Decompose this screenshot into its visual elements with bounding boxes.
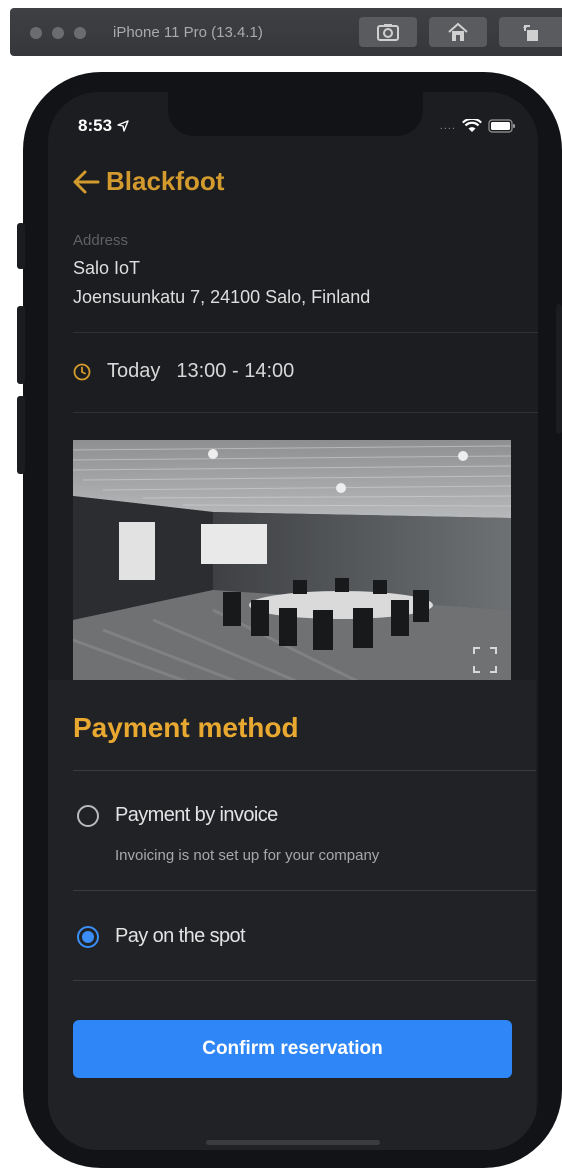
volume-up-button [17, 306, 25, 384]
simulator-title-bar: iPhone 11 Pro (13.4.1) [10, 8, 562, 56]
invoice-note: Invoicing is not set up for your company [115, 847, 380, 864]
payment-option-on-the-spot[interactable]: Pay on the spot [77, 925, 246, 948]
rotate-button[interactable] [499, 17, 562, 47]
back-navigation[interactable]: Blackfoot [72, 166, 224, 197]
divider [73, 770, 536, 771]
address-label: Address [73, 232, 129, 249]
close-window-icon[interactable] [30, 27, 42, 39]
wifi-icon [462, 119, 482, 132]
divider [73, 890, 536, 891]
location-arrow-icon [117, 120, 129, 132]
status-bar-indicators: .... [440, 119, 516, 133]
home-indicator[interactable] [206, 1140, 380, 1145]
divider [73, 980, 536, 981]
mute-switch [17, 223, 25, 269]
booking-time-row: Today 13:00 - 14:00 [73, 360, 294, 383]
clock-text: 8:53 [78, 116, 113, 135]
minimize-window-icon[interactable] [52, 27, 64, 39]
booking-day: Today [107, 360, 161, 382]
address-name: Salo IoT [73, 258, 141, 278]
status-bar-time: 8:53 [78, 116, 129, 136]
booking-time: 13:00 - 14:00 [176, 360, 295, 382]
page-title: Blackfoot [106, 166, 225, 196]
notch [168, 92, 423, 136]
meeting-room-image [73, 440, 511, 684]
payment-option-invoice[interactable]: Payment by invoice [77, 804, 278, 827]
divider [73, 412, 538, 413]
payment-option-label: Payment by invoice [115, 804, 278, 826]
room-photo[interactable] [73, 440, 511, 684]
confirm-reservation-button[interactable]: Confirm reservation [73, 1020, 512, 1078]
arrow-left-icon [73, 170, 100, 193]
rotate-icon [522, 25, 538, 41]
payment-method-sheet: Payment method Payment by invoice Invoic… [48, 680, 536, 1150]
divider [73, 332, 538, 333]
volume-down-button [17, 396, 25, 474]
address-street: Joensuunkatu 7, 24100 Salo, Finland [73, 287, 371, 307]
zoom-window-icon[interactable] [74, 27, 86, 39]
screenshot-icon [377, 24, 399, 41]
payment-method-title: Payment method [73, 712, 299, 743]
radio-selected-icon[interactable] [77, 925, 99, 948]
app-screen: 8:53 .... Blackfoot Address Salo IoT Joe… [48, 92, 538, 1150]
clock-icon [73, 363, 91, 380]
payment-option-label: Pay on the spot [115, 925, 246, 947]
home-icon [448, 22, 468, 41]
simulator-title: iPhone 11 Pro (13.4.1) [113, 24, 263, 41]
radio-unselected-icon[interactable] [77, 804, 99, 827]
signal-dots: .... [439, 120, 456, 132]
screenshot-button[interactable] [359, 17, 417, 47]
side-button [556, 304, 562, 434]
battery-icon [488, 119, 515, 133]
home-button[interactable] [429, 17, 487, 47]
